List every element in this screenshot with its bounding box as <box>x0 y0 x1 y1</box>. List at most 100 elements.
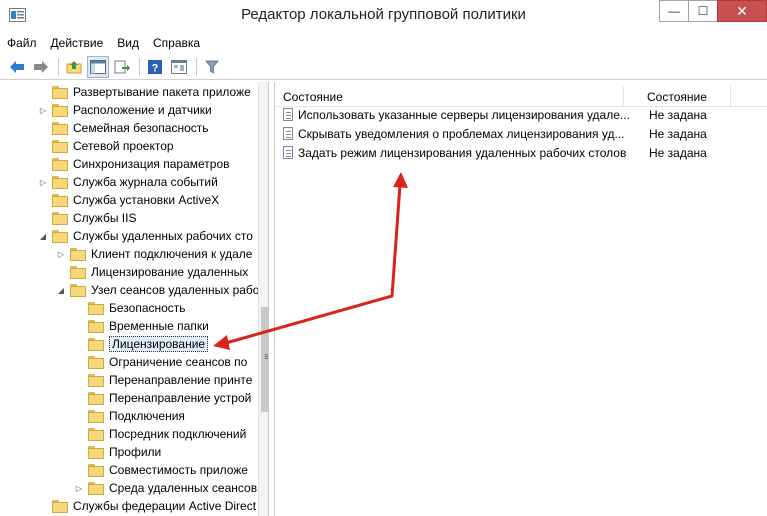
column-divider[interactable] <box>730 86 731 106</box>
tree-item-label[interactable]: Профили <box>109 445 161 459</box>
tree-item[interactable]: ▷ Расположение и датчики <box>38 101 212 119</box>
folder-icon <box>70 265 86 279</box>
menu-view[interactable]: Вид <box>110 36 146 50</box>
expand-arrow-icon[interactable]: ▷ <box>38 101 48 119</box>
export-list-button[interactable] <box>111 56 133 78</box>
tree-item-label[interactable]: Подключения <box>109 409 185 423</box>
no-expander <box>74 335 84 353</box>
collapse-arrow-icon[interactable]: ◢ <box>56 281 66 299</box>
tree-item-label[interactable]: Службы удаленных рабочих сто <box>73 229 253 243</box>
tree-item[interactable]: Лицензирование <box>74 335 209 353</box>
properties-button[interactable] <box>168 56 190 78</box>
folder-icon <box>52 139 68 153</box>
no-expander <box>38 497 48 515</box>
tree-item[interactable]: ▷ Среда удаленных сеансов <box>74 479 257 497</box>
minimize-button[interactable]: — <box>659 0 689 22</box>
tree-item-label[interactable]: Узел сеансов удаленных рабо <box>91 283 259 297</box>
folder-icon <box>52 193 68 207</box>
folder-icon <box>88 337 104 351</box>
policy-name: Скрывать уведомления о проблемах лицензи… <box>298 127 625 141</box>
folder-icon <box>52 157 68 171</box>
tree-item[interactable]: Семейная безопасность <box>38 119 209 137</box>
show-hide-tree-button[interactable] <box>87 55 109 78</box>
tree-item[interactable]: Перенаправление принте <box>74 371 252 389</box>
tree-item[interactable]: Подключения <box>74 407 185 425</box>
folder-icon <box>88 409 104 423</box>
tree-item[interactable]: Развертывание пакета приложе <box>38 83 251 101</box>
tree-item[interactable]: Посредник подключений <box>74 425 246 443</box>
svg-text:?: ? <box>152 62 159 74</box>
tree-scrollbar[interactable]: ≡ <box>258 82 268 516</box>
back-button[interactable] <box>6 56 28 78</box>
tree-item[interactable]: Сетевой проектор <box>38 137 174 155</box>
tree-item[interactable]: Службы IIS <box>38 209 136 227</box>
tree-item-label[interactable]: Перенаправление устрой <box>109 391 251 405</box>
menu-action[interactable]: Действие <box>44 36 111 50</box>
tree-item[interactable]: ▷ Клиент подключения к удале <box>56 245 253 263</box>
tree-item[interactable]: Службы федерации Active Direct <box>38 497 256 515</box>
console-tree[interactable]: Развертывание пакета приложе ▷ Расположени… <box>6 82 269 516</box>
tree-item[interactable]: Профили <box>74 443 161 461</box>
tree-item[interactable]: Ограничение сеансов по <box>74 353 247 371</box>
tree-item-label[interactable]: Службы IIS <box>73 211 136 225</box>
help-button[interactable]: ? <box>144 56 166 78</box>
policy-row[interactable]: Использовать указанные серверы лицензиро… <box>275 105 755 124</box>
collapse-arrow-icon[interactable]: ◢ <box>38 227 48 245</box>
menu-file[interactable]: Файл <box>0 36 44 50</box>
column-header-state[interactable]: Состояние <box>647 90 707 104</box>
column-divider[interactable] <box>623 86 624 106</box>
tree-item-label[interactable]: Служба журнала событий <box>73 175 218 189</box>
tree-item-label[interactable]: Временные папки <box>109 319 209 333</box>
tree-item[interactable]: Перенаправление устрой <box>74 389 251 407</box>
filter-button[interactable] <box>201 56 223 78</box>
tree-item-label[interactable]: Совместимость приложе <box>109 463 248 477</box>
tree-item-label[interactable]: Развертывание пакета приложе <box>73 85 251 99</box>
no-expander <box>56 263 66 281</box>
tree-item[interactable]: ▷ Служба журнала событий <box>38 173 218 191</box>
expand-arrow-icon[interactable]: ▷ <box>74 479 84 497</box>
tree-item[interactable]: Синхронизация параметров <box>38 155 230 173</box>
folder-icon <box>88 391 104 405</box>
tree-item[interactable]: ◢ Узел сеансов удаленных рабо <box>56 281 260 299</box>
tree-item-label[interactable]: Сетевой проектор <box>73 139 174 153</box>
forward-button[interactable] <box>30 56 52 78</box>
folder-icon <box>52 121 68 135</box>
expand-arrow-icon[interactable]: ▷ <box>56 245 66 263</box>
tree-item[interactable]: Временные папки <box>74 317 209 335</box>
tree-item-label[interactable]: Расположение и датчики <box>73 103 212 117</box>
tree-item[interactable]: ◢ Службы удаленных рабочих сто <box>38 227 253 245</box>
folder-icon <box>70 283 86 297</box>
tree-item-label[interactable]: Посредник подключений <box>109 427 246 441</box>
folder-icon <box>52 211 68 225</box>
forward-arrow-icon <box>34 60 48 73</box>
tree-item-label[interactable]: Семейная безопасность <box>73 121 209 135</box>
tree-item-label[interactable]: Службы федерации Active Direct <box>73 499 256 513</box>
tree-item-label[interactable]: Безопасность <box>109 301 186 315</box>
policy-row[interactable]: Скрывать уведомления о проблемах лицензи… <box>275 124 755 143</box>
back-arrow-icon <box>10 60 24 73</box>
scrollbar-thumb[interactable]: ≡ <box>261 307 268 412</box>
expand-arrow-icon[interactable]: ▷ <box>38 173 48 191</box>
menu-bar: Файл Действие Вид Справка <box>0 32 767 54</box>
folder-icon <box>52 85 68 99</box>
menu-help[interactable]: Справка <box>146 36 207 50</box>
tree-item-label[interactable]: Лицензирование удаленных <box>91 265 248 279</box>
tree-item[interactable]: Совместимость приложе <box>74 461 248 479</box>
tree-item-label[interactable]: Клиент подключения к удале <box>91 247 252 261</box>
up-level-button[interactable] <box>63 56 85 78</box>
tree-item[interactable]: Безопасность <box>74 299 186 317</box>
maximize-button[interactable]: ☐ <box>688 0 718 22</box>
tree-item[interactable]: Служба установки ActiveX <box>38 191 219 209</box>
tree-item-label[interactable]: Ограничение сеансов по <box>109 355 247 369</box>
tree-item-label[interactable]: Среда удаленных сеансов <box>109 481 257 495</box>
tree-item-label[interactable]: Перенаправление принте <box>109 373 252 387</box>
close-button[interactable]: ✕ <box>717 0 767 22</box>
tree-item-label[interactable]: Синхронизация параметров <box>73 157 230 171</box>
tree-item-label-selected[interactable]: Лицензирование <box>109 336 209 352</box>
column-header-setting[interactable]: Состояние <box>283 90 343 104</box>
tree-item[interactable]: Лицензирование удаленных <box>56 263 248 281</box>
tree-item-label[interactable]: Служба установки ActiveX <box>73 193 219 207</box>
properties-icon <box>171 59 187 74</box>
window-controls: — ☐ ✕ <box>659 0 767 22</box>
policy-row[interactable]: Задать режим лицензирования удаленных ра… <box>275 143 755 162</box>
